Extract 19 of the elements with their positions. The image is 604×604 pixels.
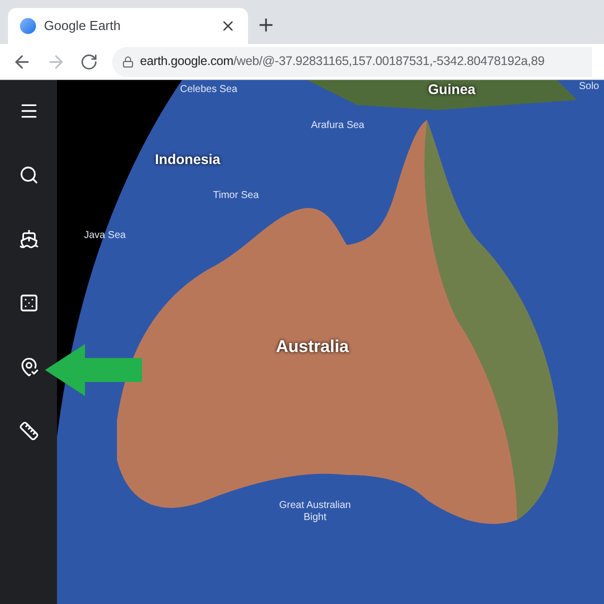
- globe-logo-icon: [20, 18, 36, 34]
- map-label: Guinea: [428, 80, 476, 98]
- address-field[interactable]: earth.google.com/web/@-37.92831165,157.00187531,-5342.80478192a,89: [112, 46, 592, 76]
- lock-icon: [122, 56, 134, 68]
- map-label: Solo: [579, 81, 600, 93]
- map-label: Celebes Sea: [180, 84, 238, 96]
- ruler-icon[interactable]: [18, 421, 38, 441]
- map-label: Indonesia: [155, 150, 220, 168]
- tab-title: Google Earth: [44, 17, 122, 36]
- dice-icon[interactable]: [18, 293, 38, 313]
- url-text: earth.google.com/web/@-37.92831165,157.00187531,-5342.80478192a,89: [140, 53, 544, 70]
- map-label: Australia: [276, 338, 349, 356]
- browser-tab[interactable]: Google Earth: [8, 8, 248, 44]
- reload-icon[interactable]: [80, 52, 98, 70]
- map-label: Great Australian Bight: [278, 500, 352, 524]
- map-label: Arafura Sea: [311, 120, 364, 132]
- search-icon[interactable]: [18, 165, 38, 185]
- map-pin-icon[interactable]: [18, 357, 38, 377]
- map-label: Timor Sea: [213, 190, 259, 202]
